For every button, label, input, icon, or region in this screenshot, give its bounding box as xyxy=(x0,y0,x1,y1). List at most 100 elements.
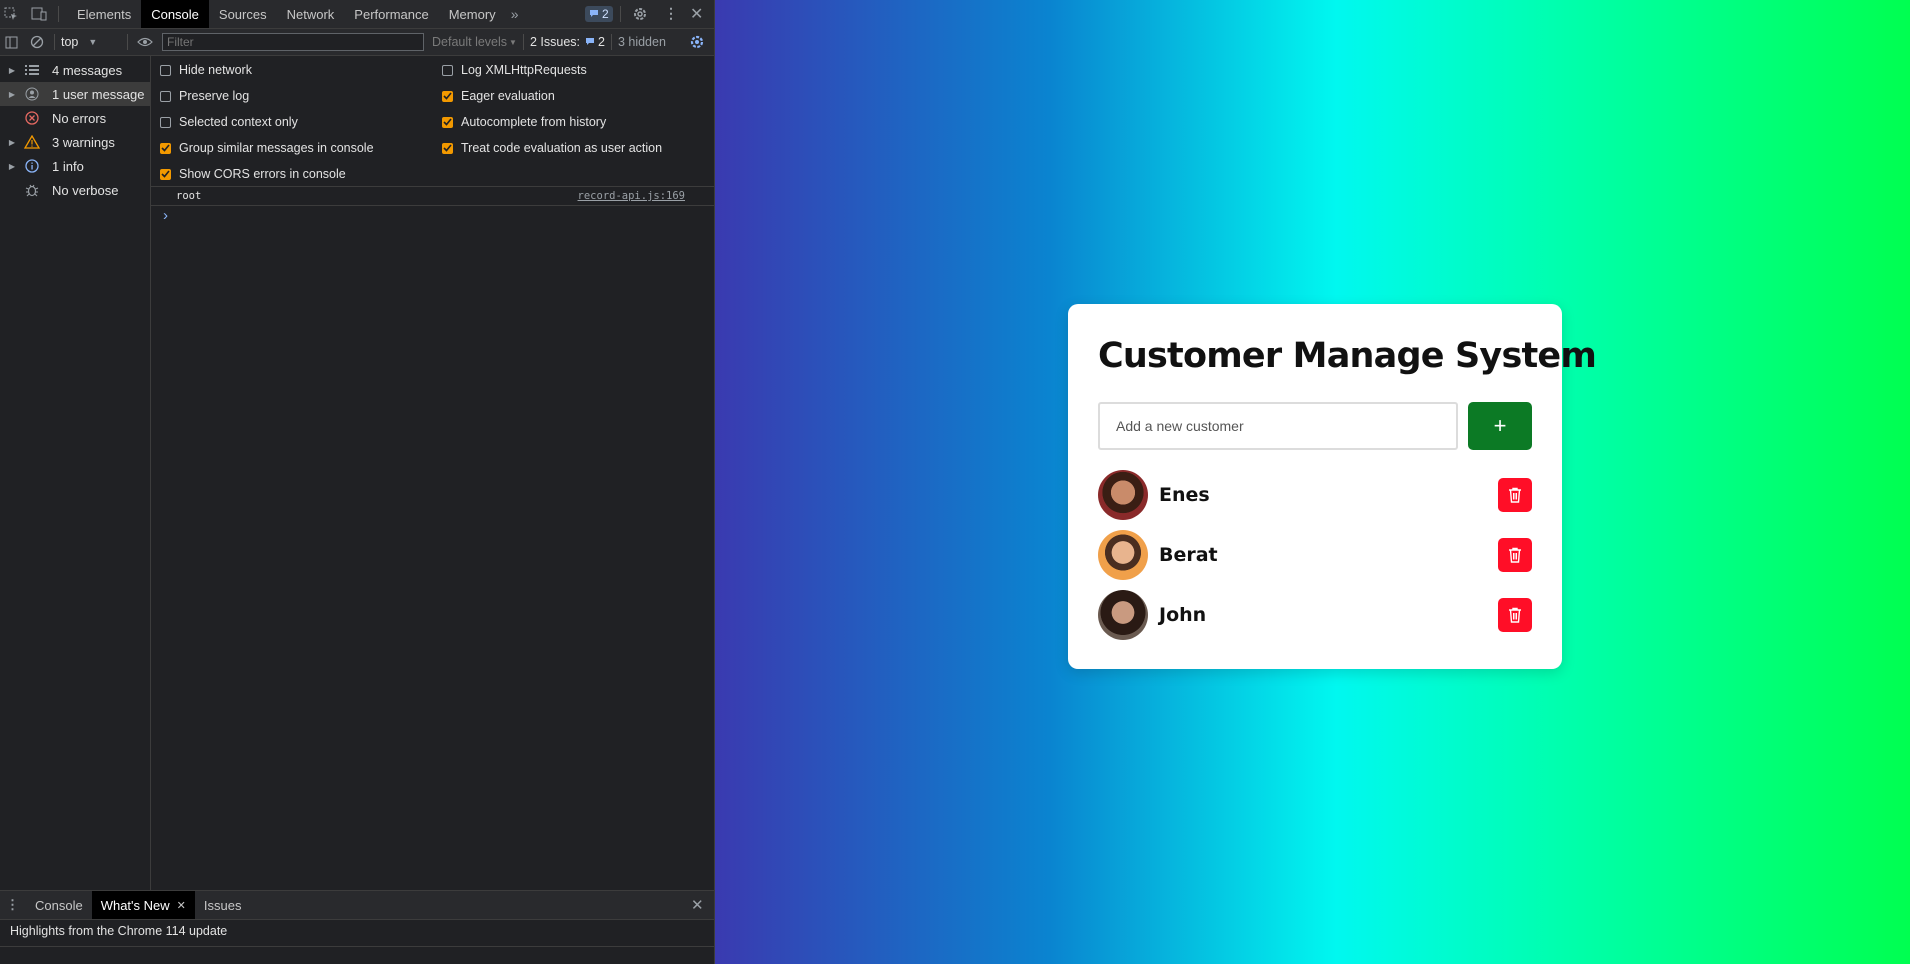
sidebar-item-user-messages[interactable]: ▶ 1 user message xyxy=(0,82,150,106)
checkbox-label: Preserve log xyxy=(179,89,250,103)
clear-console-icon[interactable] xyxy=(26,35,48,49)
checkmark-icon xyxy=(443,144,452,152)
add-customer-button[interactable]: + xyxy=(1468,402,1532,450)
checkbox-box[interactable] xyxy=(160,64,171,76)
console-prompt[interactable]: › xyxy=(151,206,714,226)
hide-network-checkbox[interactable]: Hide network xyxy=(160,63,252,77)
autocomplete-history-checkbox[interactable]: Autocomplete from history xyxy=(442,115,606,129)
customer-name: Berat xyxy=(1159,544,1218,566)
devtools-panel: Elements Console Sources Network Perform… xyxy=(0,0,715,964)
sidebar-item-label: 1 user message xyxy=(52,86,145,102)
drawer-tab-whats-new[interactable]: What's New ✕ xyxy=(91,891,195,919)
close-drawer-icon[interactable]: ✕ xyxy=(691,896,704,914)
checkbox-box[interactable] xyxy=(160,116,171,128)
context-selector[interactable]: top ▼ xyxy=(61,35,121,49)
checkbox-label: Selected context only xyxy=(179,115,298,129)
tab-console[interactable]: Console xyxy=(141,0,209,28)
drawer-menu-icon[interactable]: ⋮ xyxy=(6,897,19,913)
drawer-tab-console[interactable]: Console xyxy=(26,891,92,919)
delete-customer-button[interactable] xyxy=(1498,598,1532,632)
preserve-log-checkbox[interactable]: Preserve log xyxy=(160,89,249,103)
eye-icon[interactable] xyxy=(134,36,156,48)
checkbox-box[interactable] xyxy=(442,64,453,76)
device-toolbar-icon[interactable] xyxy=(28,0,50,28)
sidebar-item-label: No errors xyxy=(52,110,107,126)
issues-label: 2 Issues: xyxy=(529,35,580,49)
app-page: Customer Manage System + Enes Berat John xyxy=(715,0,1910,964)
log-levels-label: Default levels xyxy=(432,35,508,49)
eager-evaluation-checkbox[interactable]: Eager evaluation xyxy=(442,89,555,103)
console-toolbar: top ▼ Default levels ▼ 2 Issues: 2 3 hid… xyxy=(0,29,714,56)
sidebar-item-label: No verbose xyxy=(52,182,119,198)
sidebar-item-warnings[interactable]: ▶ 3 warnings xyxy=(0,130,150,154)
avatar xyxy=(1098,530,1148,580)
gear-icon[interactable] xyxy=(632,6,648,22)
sidebar-item-messages[interactable]: ▶ 4 messages xyxy=(0,58,150,82)
expand-arrow-icon: ▶ xyxy=(8,137,16,147)
sidebar-item-info[interactable]: ▶ 1 info xyxy=(0,154,150,178)
warning-icon xyxy=(22,134,42,150)
checkbox-box[interactable] xyxy=(160,168,171,180)
message-icon xyxy=(585,35,595,49)
tab-sources[interactable]: Sources xyxy=(209,0,277,28)
checkbox-label: Eager evaluation xyxy=(461,89,555,103)
console-sidebar: ▶ 4 messages ▶ 1 user message No errors … xyxy=(0,56,151,890)
checkbox-box[interactable] xyxy=(442,142,453,154)
customer-row: Enes xyxy=(1098,470,1532,520)
info-icon xyxy=(22,158,42,174)
tab-elements[interactable]: Elements xyxy=(67,0,141,28)
log-xhr-checkbox[interactable]: Log XMLHttpRequests xyxy=(442,63,587,77)
hidden-count: 3 hidden xyxy=(617,35,666,49)
console-source-link[interactable]: record-api.js:169 xyxy=(578,190,685,202)
sidebar-item-errors[interactable]: No errors xyxy=(0,106,150,130)
trash-icon xyxy=(1509,487,1521,503)
drawer-tab-issues[interactable]: Issues xyxy=(195,891,251,919)
more-options-icon[interactable]: ⋮ xyxy=(664,5,678,22)
tab-performance[interactable]: Performance xyxy=(344,0,438,28)
sidebar-item-label: 3 warnings xyxy=(52,134,115,150)
checkmark-icon xyxy=(443,92,452,100)
console-message: root record-api.js:169 xyxy=(151,187,714,206)
new-customer-input[interactable] xyxy=(1098,402,1458,450)
checkbox-label: Group similar messages in console xyxy=(179,141,374,155)
avatar xyxy=(1098,590,1148,640)
checkbox-box[interactable] xyxy=(160,90,171,102)
delete-customer-button[interactable] xyxy=(1498,538,1532,572)
selected-context-checkbox[interactable]: Selected context only xyxy=(160,115,298,129)
expand-arrow-icon: ▶ xyxy=(8,161,16,171)
checkbox-box[interactable] xyxy=(160,142,171,154)
group-similar-checkbox[interactable]: Group similar messages in console xyxy=(160,141,374,155)
sidebar-toggle-icon[interactable] xyxy=(0,36,22,49)
customer-name: Enes xyxy=(1159,484,1210,506)
whats-new-headline[interactable]: Highlights from the Chrome 114 update xyxy=(10,924,227,938)
issues-count: 2 xyxy=(598,35,605,49)
more-tabs-icon[interactable]: » xyxy=(506,0,524,28)
treat-user-action-checkbox[interactable]: Treat code evaluation as user action xyxy=(442,141,662,155)
issues-button[interactable]: 2 Issues: 2 xyxy=(530,35,605,49)
trash-icon xyxy=(1509,607,1521,623)
console-settings: Hide network Preserve log Selected conte… xyxy=(151,56,714,187)
checkbox-label: Treat code evaluation as user action xyxy=(461,141,663,155)
close-tab-icon[interactable]: ✕ xyxy=(177,899,186,912)
trash-icon xyxy=(1509,547,1521,563)
checkbox-box[interactable] xyxy=(442,116,453,128)
issues-badge[interactable]: 2 xyxy=(585,6,613,22)
close-icon[interactable]: ✕ xyxy=(690,4,703,24)
log-levels-dropdown[interactable]: Default levels ▼ xyxy=(432,35,517,49)
tab-memory[interactable]: Memory xyxy=(439,0,506,28)
customer-name: John xyxy=(1159,604,1207,626)
prompt-chevron-icon: › xyxy=(163,207,168,224)
devtools-tabbar: Elements Console Sources Network Perform… xyxy=(0,0,714,29)
checkbox-box[interactable] xyxy=(442,90,453,102)
customer-card: Customer Manage System + Enes Berat John xyxy=(1068,304,1597,669)
tab-network[interactable]: Network xyxy=(277,0,345,28)
list-icon xyxy=(22,62,42,78)
inspect-element-icon[interactable] xyxy=(0,0,22,28)
console-settings-gear-icon[interactable] xyxy=(689,34,705,50)
context-label: top xyxy=(61,35,79,49)
filter-input[interactable] xyxy=(162,33,424,51)
delete-customer-button[interactable] xyxy=(1498,478,1532,512)
sidebar-item-verbose[interactable]: No verbose xyxy=(0,178,150,202)
drawer-tabbar: ⋮ Console What's New ✕ Issues ✕ xyxy=(0,890,714,920)
show-cors-checkbox[interactable]: Show CORS errors in console xyxy=(160,167,346,181)
